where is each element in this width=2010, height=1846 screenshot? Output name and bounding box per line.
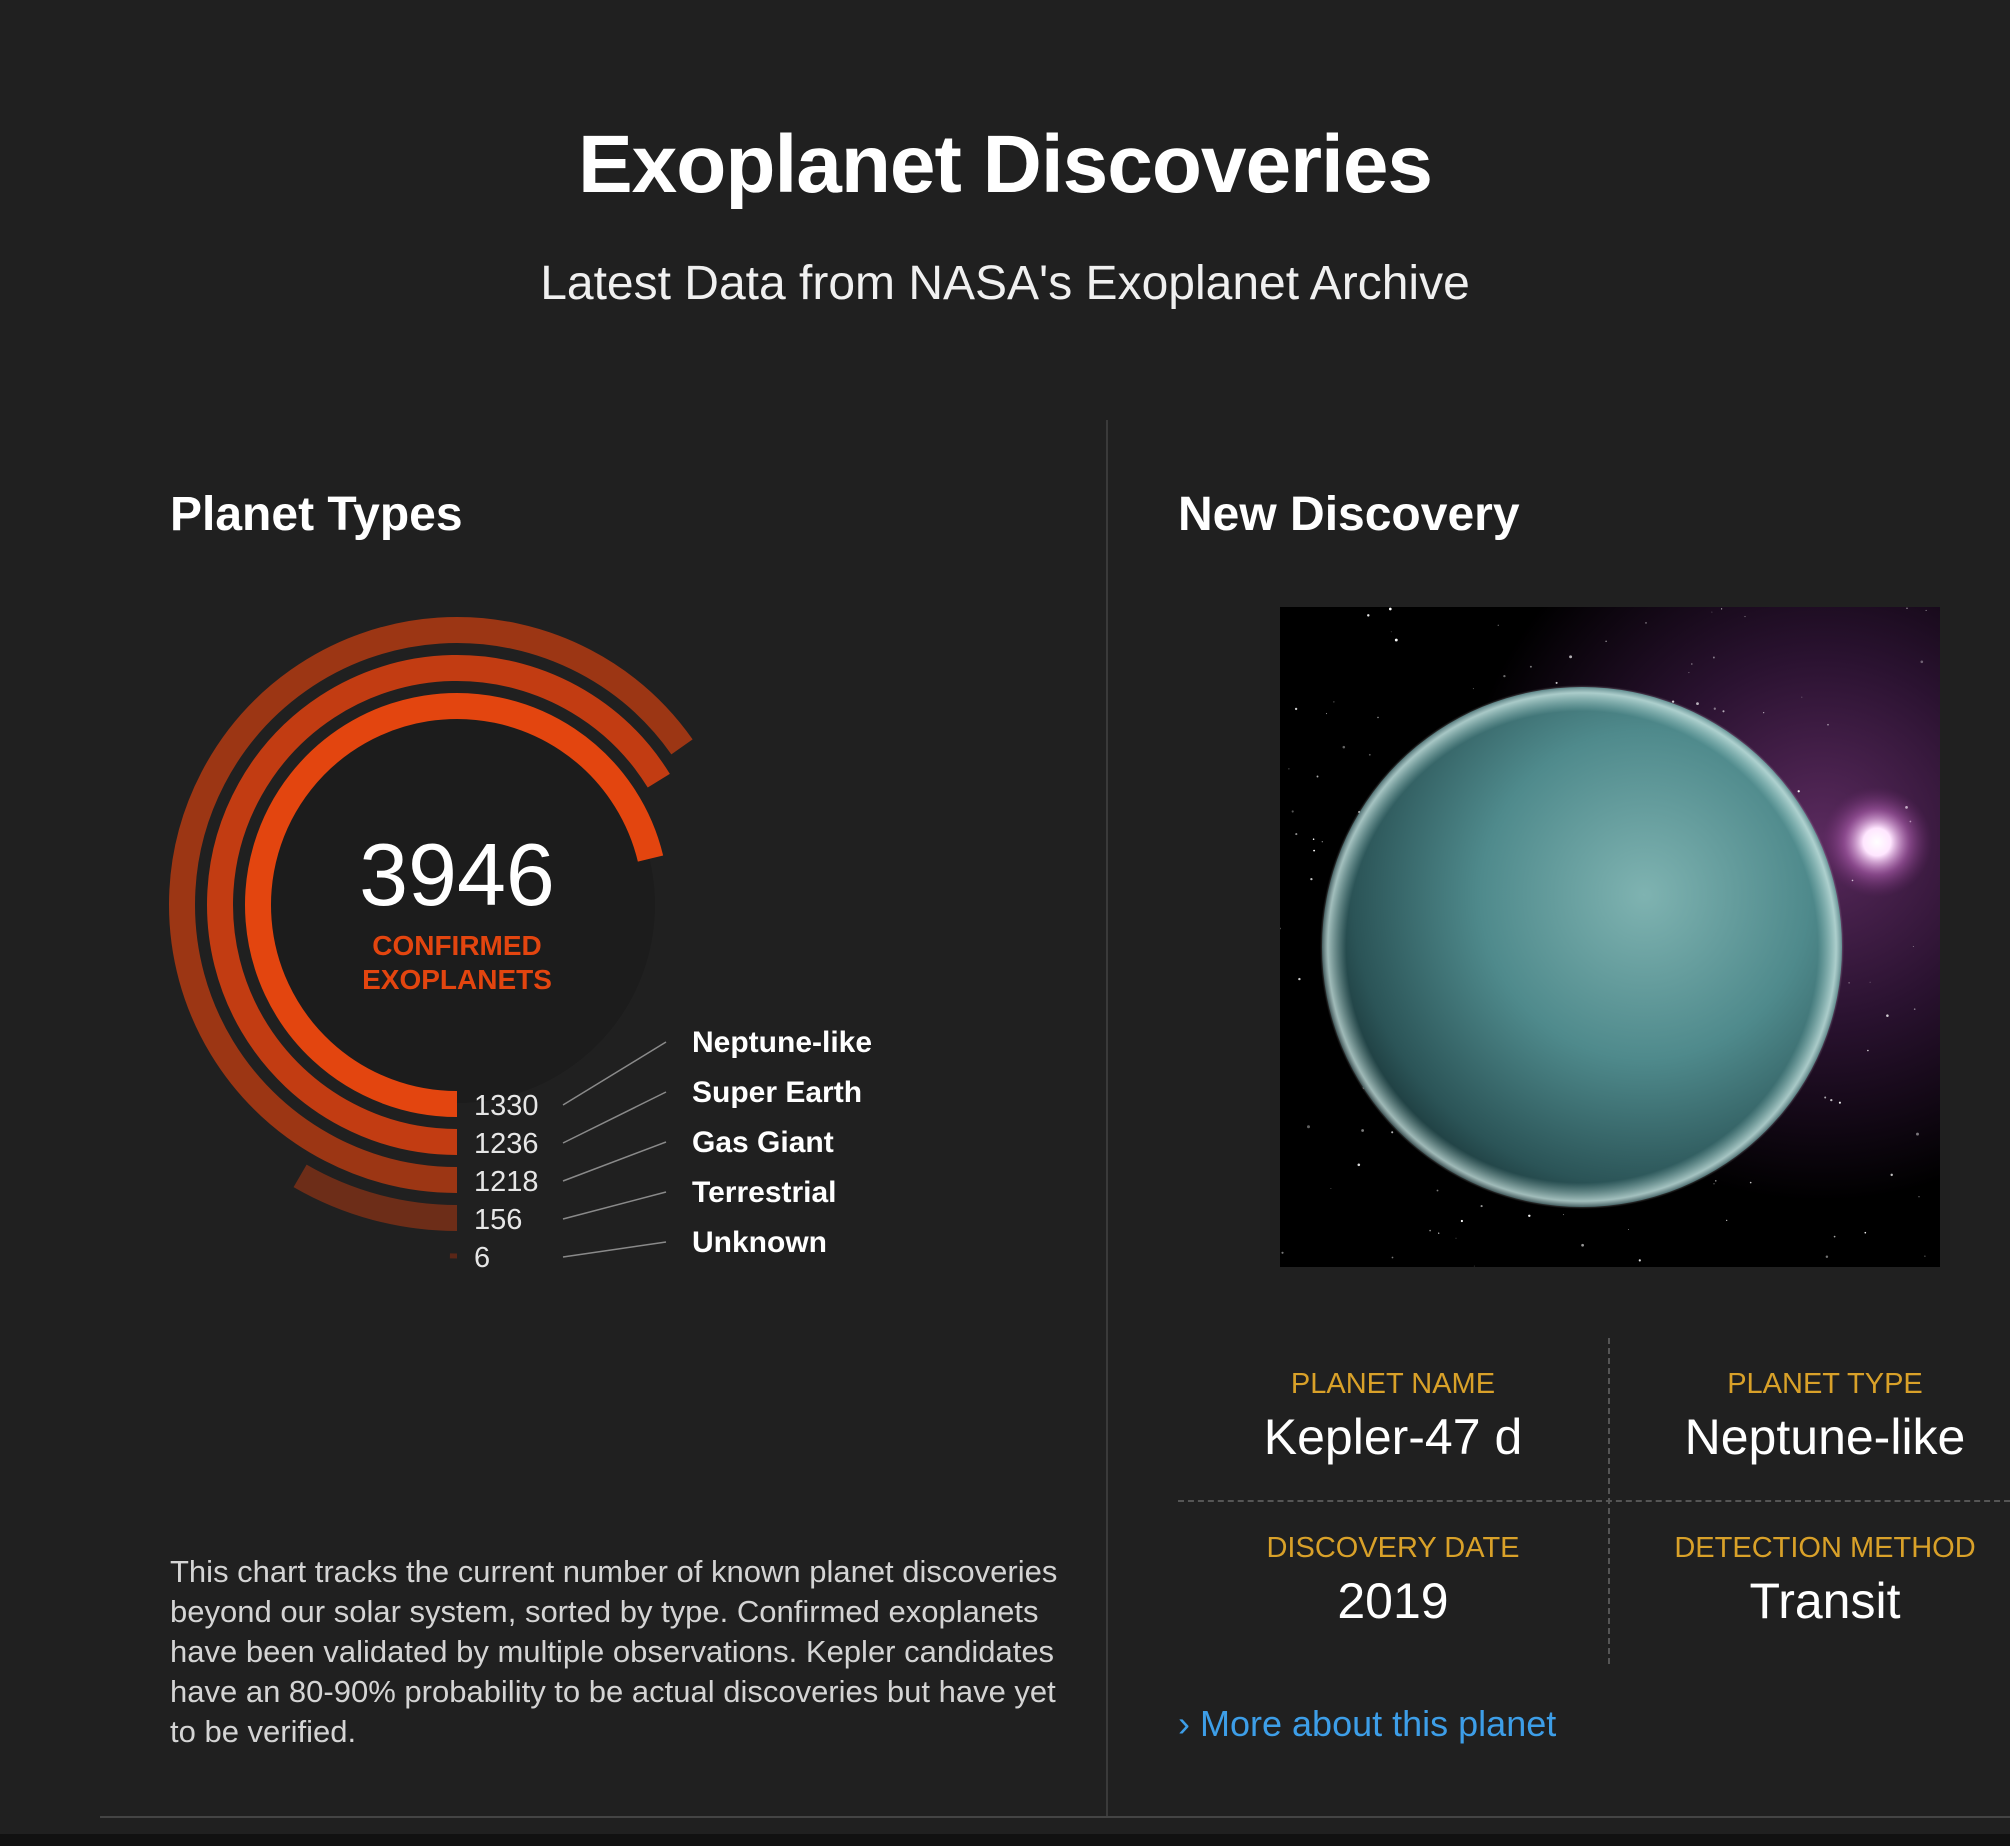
detection-method-label: DETECTION METHOD xyxy=(1674,1532,1976,1564)
planet-name-value: Kepler-47 d xyxy=(1263,1409,1523,1465)
chart-category-label: Terrestrial xyxy=(692,1176,837,1209)
chart-leader-line xyxy=(562,1241,667,1258)
planet-type-label: PLANET TYPE xyxy=(1727,1368,1923,1400)
planet-types-heading: Planet Types xyxy=(170,488,463,541)
chart-leader-line xyxy=(562,1141,667,1182)
chart-value-label: 1236 xyxy=(474,1128,539,1160)
info-grid-horizontal-divider xyxy=(1178,1500,2010,1502)
chart-category-label: Gas Giant xyxy=(692,1126,834,1159)
chart-value-label: 1330 xyxy=(474,1090,539,1122)
more-about-planet-link[interactable]: › More about this planet xyxy=(1178,1703,1556,1745)
planet-name-label: PLANET NAME xyxy=(1290,1368,1496,1400)
chart-leader-line xyxy=(562,1191,667,1220)
chart-value-label: 1218 xyxy=(474,1166,539,1198)
chart-category-label: Neptune-like xyxy=(692,1026,872,1059)
chart-value-label: 6 xyxy=(474,1242,490,1274)
chart-category-label: Super Earth xyxy=(692,1076,862,1109)
chart-category-label: Unknown xyxy=(692,1226,827,1259)
more-about-planet-label: More about this planet xyxy=(1200,1703,1557,1744)
chart-value-label: 156 xyxy=(474,1204,522,1236)
total-label-line2: EXOPLANETS xyxy=(362,964,552,995)
section-divider xyxy=(1106,420,1108,1818)
planet-type-value: Neptune-like xyxy=(1684,1409,1966,1465)
chevron-right-icon: › xyxy=(1178,1703,1190,1744)
planet-illustration xyxy=(1280,607,1940,1267)
planet-types-chart: 1330 1236 1218 156 6 Neptune-like Super Earth… xyxy=(169,617,872,1274)
total-label-line1: CONFIRMED xyxy=(372,930,542,961)
footer-bar xyxy=(0,1834,2010,1846)
footer-divider xyxy=(100,1816,2010,1818)
discovery-date-value: 2019 xyxy=(1337,1573,1449,1629)
page-title: Exoplanet Discoveries xyxy=(577,119,1433,210)
total-count: 3946 xyxy=(359,825,555,924)
new-discovery-heading: New Discovery xyxy=(1178,488,1520,541)
discovery-date-label: DISCOVERY DATE xyxy=(1266,1532,1520,1564)
page-subtitle: Latest Data from NASA's Exoplanet Archiv… xyxy=(540,257,1470,310)
detection-method-value: Transit xyxy=(1749,1573,1901,1629)
chart-leader-line xyxy=(562,1091,667,1144)
chart-description: This chart tracks the current number of … xyxy=(170,1554,1058,1749)
